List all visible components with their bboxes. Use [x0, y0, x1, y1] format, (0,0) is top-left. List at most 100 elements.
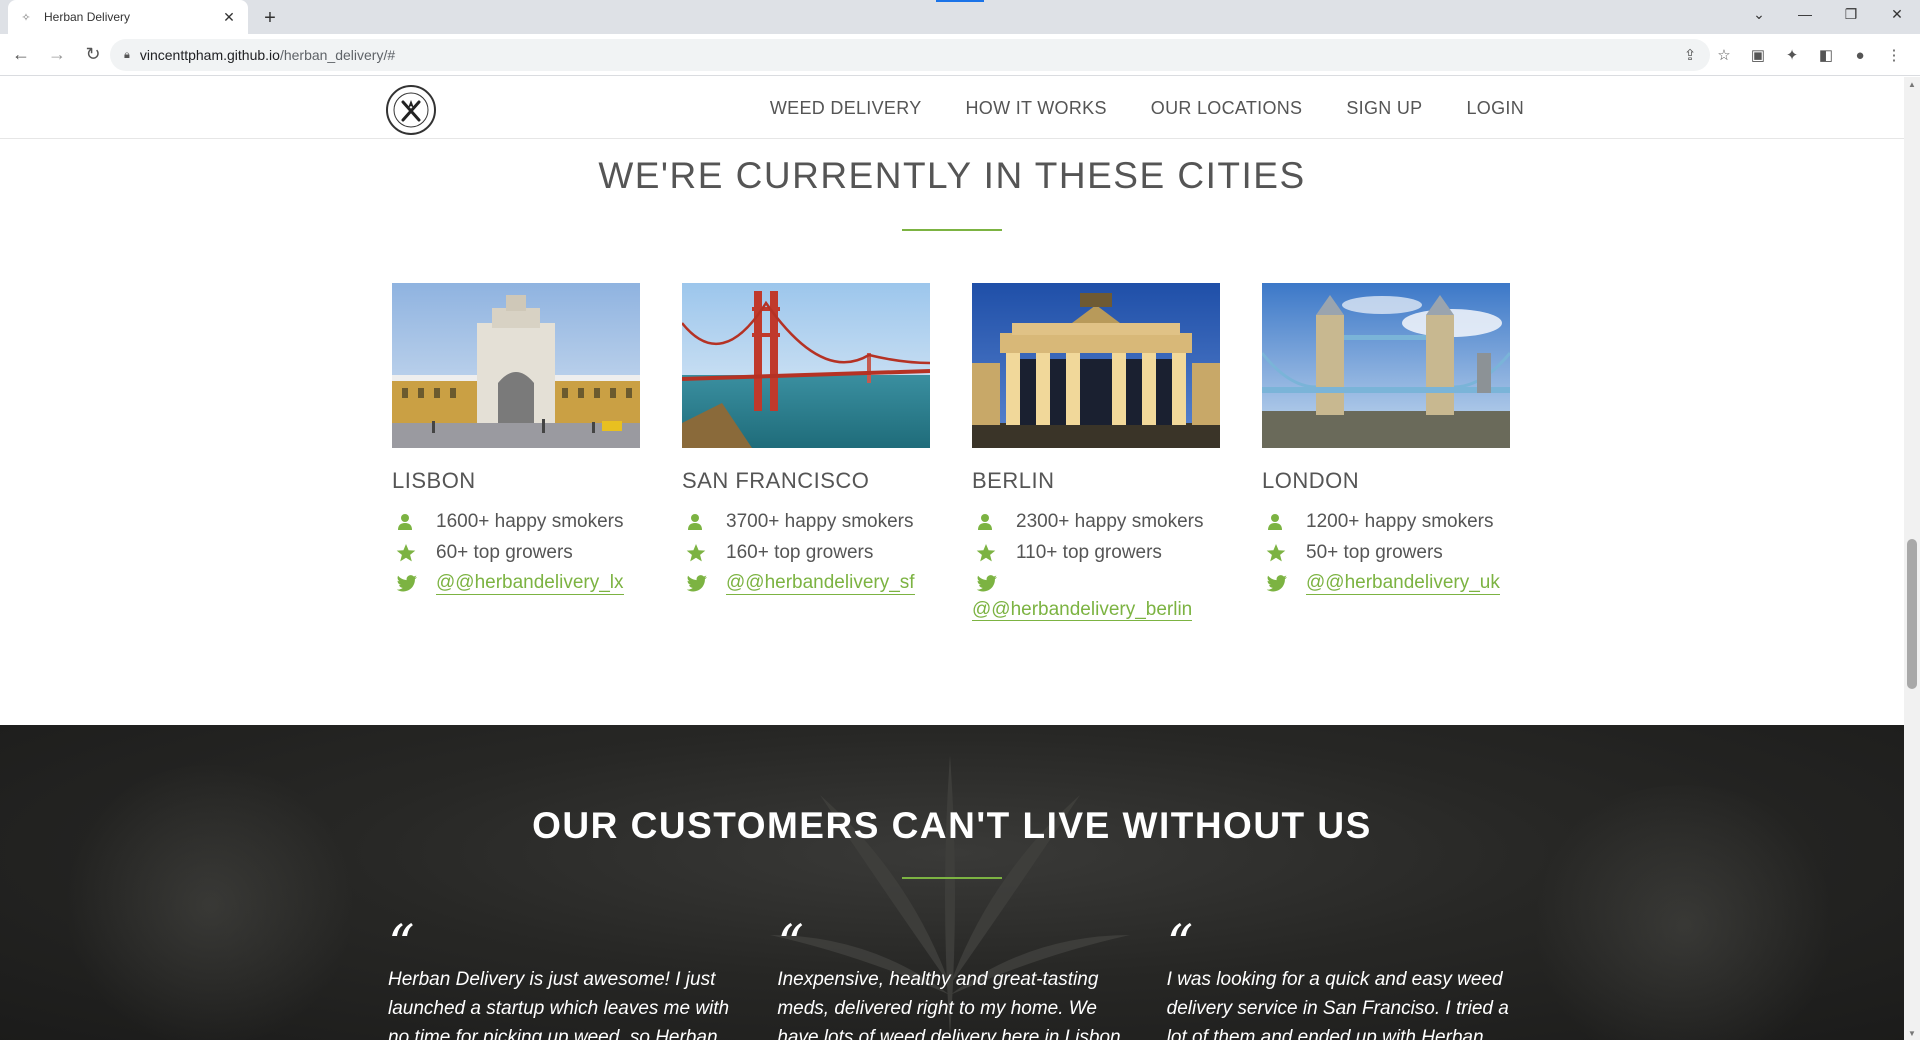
city-card-lisbon: LISBON 1600+ happy smokers 60+ top growe…	[392, 283, 640, 621]
puzzle-icon[interactable]: ✦	[1782, 45, 1802, 65]
nav-how-it-works[interactable]: HOW IT WORKS	[966, 98, 1107, 119]
stat-growers: 110+ top growers	[972, 537, 1220, 568]
star-icon	[972, 543, 1016, 563]
stat-growers: 50+ top growers	[1262, 537, 1510, 568]
browser-toolbar: ← → ↻ 🔒︎ vincenttpham.github.io/herban_d…	[0, 34, 1920, 76]
scroll-up-icon[interactable]: ▲	[1904, 77, 1920, 91]
smokers-count: 2300+ happy smokers	[1016, 510, 1204, 532]
twitter-link-london[interactable]: @@herbandelivery_uk	[1306, 572, 1500, 595]
extension-icon[interactable]: ▣	[1748, 45, 1768, 65]
herban-logo-icon[interactable]	[386, 85, 436, 135]
stat-twitter: @@herbandelivery_lx	[392, 568, 640, 599]
city-name-san-francisco: SAN FRANCISCO	[682, 468, 870, 493]
city-name-berlin: BERLIN	[972, 468, 1055, 493]
testimonial-text: Herban Delivery is just awesome! I just …	[388, 969, 730, 1040]
bookmark-star-icon[interactable]: ☆	[1714, 45, 1734, 65]
close-window-icon[interactable]: ✕	[1874, 0, 1920, 28]
stat-smokers: 3700+ happy smokers	[682, 506, 930, 537]
site-favicon-icon: ✧	[21, 11, 31, 24]
city-card-berlin: BERLIN 2300+ happy smokers 110+ top grow…	[972, 283, 1220, 621]
testimonial-item: “ I was looking for a quick and easy wee…	[1166, 915, 1518, 1040]
growers-count: 60+ top growers	[436, 541, 573, 563]
city-name-london: LONDON	[1262, 468, 1360, 493]
twitter-link-lisbon[interactable]: @@herbandelivery_lx	[436, 572, 624, 595]
reload-icon[interactable]: ↻	[78, 40, 108, 70]
menu-kebab-icon[interactable]: ⋮	[1884, 45, 1904, 65]
page-scrollbar[interactable]: ▲ ▼	[1904, 77, 1920, 1040]
address-bar[interactable]: 🔒︎ vincenttpham.github.io/herban_deliver…	[110, 39, 1710, 71]
stat-smokers: 1200+ happy smokers	[1262, 506, 1510, 537]
nav-our-locations[interactable]: OUR LOCATIONS	[1151, 98, 1303, 119]
stat-smokers: 1600+ happy smokers	[392, 506, 640, 537]
url-path: /herban_delivery/#	[279, 47, 396, 63]
testimonial-list: “ Herban Delivery is just awesome! I jus…	[388, 915, 1518, 1040]
minimize-icon[interactable]: —	[1782, 0, 1828, 28]
user-icon	[392, 513, 436, 531]
profile-avatar-icon[interactable]: ●	[1850, 45, 1870, 65]
testimonial-text: I was looking for a quick and easy weed …	[1166, 969, 1509, 1040]
twitter-link-berlin[interactable]: @@herbandelivery_berlin	[972, 599, 1193, 621]
nav-weed-delivery[interactable]: WEED DELIVERY	[770, 98, 922, 119]
browser-tab[interactable]: ✧ Herban Delivery ✕	[8, 0, 248, 34]
cities-grid: LISBON 1600+ happy smokers 60+ top growe…	[392, 283, 1512, 621]
testimonials-title: OUR CUSTOMERS CAN'T LIVE WITHOUT US	[532, 805, 1372, 846]
url-host: vincenttpham.github.io	[139, 47, 280, 63]
star-icon	[682, 543, 726, 563]
forward-arrow-icon[interactable]: →	[42, 40, 72, 70]
share-icon[interactable]: ⇪	[1680, 45, 1700, 65]
lisbon-photo	[392, 283, 640, 448]
toolbar-actions: ⇪ ☆ ▣ ✦ ◧ ● ⋮	[1680, 39, 1904, 71]
window-controls: ⌄ — ❐ ✕	[1736, 0, 1920, 34]
quote-mark-icon: “	[388, 915, 415, 975]
lock-icon[interactable]: 🔒︎	[124, 49, 130, 62]
nav-login[interactable]: LOGIN	[1466, 98, 1524, 119]
scrollbar-thumb[interactable]	[1907, 539, 1917, 689]
back-arrow-icon[interactable]: ←	[6, 40, 36, 70]
twitter-icon	[1262, 574, 1306, 593]
testimonials-section: OUR CUSTOMERS CAN'T LIVE WITHOUT US “ He…	[0, 725, 1904, 1040]
quote-mark-icon: “	[777, 915, 804, 975]
tab-title: Herban Delivery	[44, 10, 131, 24]
city-name-lisbon: LISBON	[392, 468, 476, 493]
testimonial-text: Inexpensive, healthy and great-tasting m…	[777, 969, 1126, 1040]
page-viewport: WEED DELIVERY HOW IT WORKS OUR LOCATIONS…	[0, 77, 1904, 1040]
stat-smokers: 2300+ happy smokers	[972, 506, 1220, 537]
testimonials-title-divider	[902, 877, 1002, 879]
stat-growers: 60+ top growers	[392, 537, 640, 568]
twitter-icon	[972, 568, 1016, 599]
star-icon	[392, 543, 436, 563]
cities-title-divider	[902, 229, 1002, 231]
side-panel-icon[interactable]: ◧	[1816, 45, 1836, 65]
growers-count: 110+ top growers	[1016, 541, 1162, 563]
growers-count: 50+ top growers	[1306, 541, 1443, 563]
growers-count: 160+ top growers	[726, 541, 874, 563]
san-francisco-photo	[682, 283, 930, 448]
stat-twitter: @@herbandelivery_sf	[682, 568, 930, 599]
twitter-icon	[682, 574, 726, 593]
smokers-count: 1600+ happy smokers	[436, 510, 624, 532]
nav-sign-up[interactable]: SIGN UP	[1346, 98, 1422, 119]
user-icon	[682, 513, 726, 531]
testimonial-item: “ Inexpensive, healthy and great-tasting…	[777, 915, 1128, 1040]
star-icon	[1262, 543, 1306, 563]
stat-twitter: @@herbandelivery_berlin	[972, 568, 1220, 621]
tab-search-indicator	[936, 0, 984, 2]
quote-mark-icon: “	[1166, 915, 1194, 975]
user-icon	[1262, 513, 1306, 531]
stat-twitter: @@herbandelivery_uk	[1262, 568, 1510, 599]
main-nav: WEED DELIVERY HOW IT WORKS OUR LOCATIONS…	[770, 77, 1524, 139]
browser-tabstrip: ✧ Herban Delivery ✕ + ⌄ — ❐ ✕	[0, 0, 1920, 34]
city-card-london: LONDON 1200+ happy smokers 50+ top growe…	[1262, 283, 1510, 621]
stat-growers: 160+ top growers	[682, 537, 930, 568]
twitter-link-san-francisco[interactable]: @@herbandelivery_sf	[726, 572, 915, 595]
tab-search-icon[interactable]: ⌄	[1736, 0, 1782, 28]
twitter-icon	[392, 574, 436, 593]
cities-section-title: WE'RE CURRENTLY IN THESE CITIES	[598, 155, 1306, 196]
tab-close-icon[interactable]: ✕	[220, 8, 238, 26]
user-icon	[972, 513, 1016, 531]
restore-icon[interactable]: ❐	[1828, 0, 1874, 28]
london-photo	[1262, 283, 1510, 448]
city-card-san-francisco: SAN FRANCISCO 3700+ happy smokers 160+ t…	[682, 283, 930, 621]
new-tab-button[interactable]: +	[258, 6, 282, 30]
scroll-down-icon[interactable]: ▼	[1904, 1026, 1920, 1040]
